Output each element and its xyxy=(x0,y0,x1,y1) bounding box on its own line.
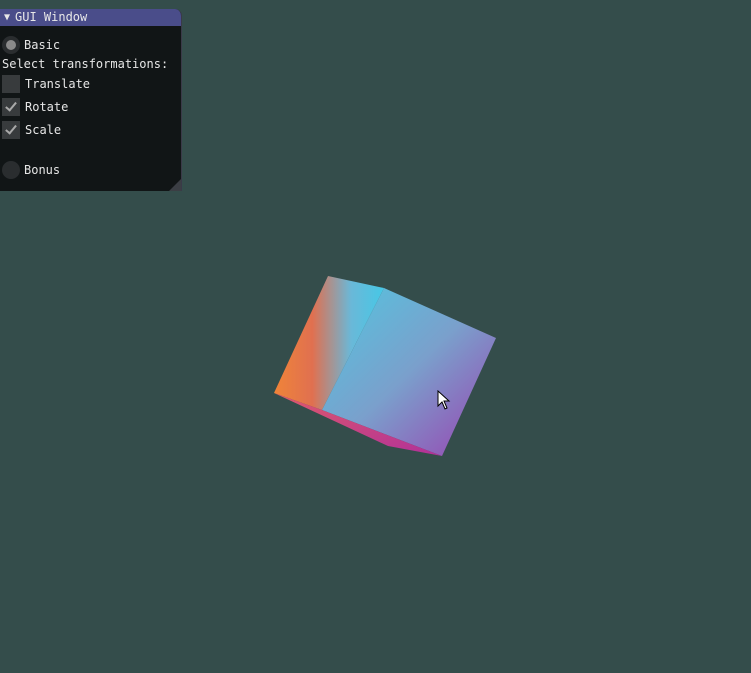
translate-label: Translate xyxy=(25,77,91,91)
window-title-bar[interactable]: ▼ GUI Window xyxy=(0,9,181,26)
scale-label: Scale xyxy=(25,123,62,137)
select-transformations-label: Select transformations: xyxy=(2,57,169,71)
bonus-radio-row[interactable]: Bonus xyxy=(2,161,60,179)
cube-mesh xyxy=(274,276,496,456)
rotate-checkbox[interactable] xyxy=(2,98,20,116)
scale-checkbox[interactable] xyxy=(2,121,20,139)
select-transformations-row: Select transformations: xyxy=(2,55,168,73)
basic-radio[interactable] xyxy=(2,36,20,54)
translate-checkbox[interactable] xyxy=(2,75,20,93)
bonus-radio[interactable] xyxy=(2,161,20,179)
gui-window[interactable]: ▼ GUI Window Basic Select transformation… xyxy=(0,9,182,191)
rotate-row[interactable]: Rotate xyxy=(2,98,68,116)
resize-grip-icon[interactable] xyxy=(169,179,181,191)
scale-row[interactable]: Scale xyxy=(2,121,61,139)
basic-label: Basic xyxy=(24,38,61,52)
rotate-label: Rotate xyxy=(25,100,69,114)
triangle-down-icon[interactable]: ▼ xyxy=(2,9,12,26)
mouse-cursor-icon xyxy=(437,390,451,410)
basic-radio-row[interactable]: Basic xyxy=(2,36,60,54)
translate-row[interactable]: Translate xyxy=(2,75,90,93)
bonus-label: Bonus xyxy=(24,163,61,177)
window-title: GUI Window xyxy=(15,10,88,24)
